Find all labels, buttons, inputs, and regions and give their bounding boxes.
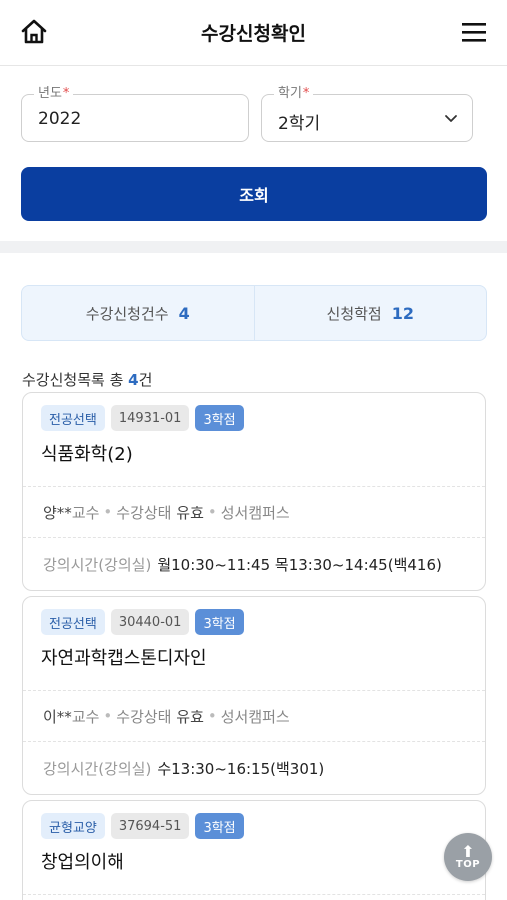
course-name: 자연과학캡스톤디자인 xyxy=(41,648,207,669)
course-code-tag: 14931-01 xyxy=(110,405,190,431)
hamburger-menu-icon[interactable] xyxy=(461,20,487,44)
course-card[interactable]: 균형교양 37694-51 3학점 창업의이해 xyxy=(22,800,486,900)
course-type-tag: 균형교양 xyxy=(41,813,105,839)
filter-section: 년도* 2022 학기* 2학기 조회 xyxy=(0,66,507,221)
chevron-down-icon xyxy=(445,115,457,122)
count-value: 4 xyxy=(178,303,190,323)
course-credit-tag: 3학점 xyxy=(195,405,244,431)
year-value: 2022 xyxy=(38,109,82,129)
course-time: 강의시간(강의실) 월10:30~11:45 목13:30~14:45(백416… xyxy=(43,555,442,574)
course-time: 강의시간(강의실) 수13:30~16:15(백301) xyxy=(43,759,325,778)
course-meta: 양** 교수 • 수강상태 유효 • 성서캠퍼스 xyxy=(43,503,290,522)
app-header: 수강신청확인 xyxy=(0,0,507,66)
course-type-tag: 전공선택 xyxy=(41,405,105,431)
course-name: 창업의이해 xyxy=(41,852,124,873)
section-divider xyxy=(0,241,507,253)
search-button[interactable]: 조회 xyxy=(21,167,487,221)
count-summary: 수강신청건수 4 xyxy=(22,286,254,340)
list-count: 4 xyxy=(128,371,139,389)
scroll-top-label: TOP xyxy=(455,858,481,870)
home-icon[interactable] xyxy=(20,18,48,46)
list-title: 수강신청목록 총 4건 xyxy=(22,371,153,389)
course-type-tag: 전공선택 xyxy=(41,609,105,635)
credit-summary: 신청학점 12 xyxy=(253,286,487,340)
year-field[interactable]: 년도* 2022 xyxy=(21,85,249,142)
course-meta: 이** 교수 • 수강상태 유효 • 성서캠퍼스 xyxy=(43,707,290,726)
summary-box: 수강신청건수 4 신청학점 12 xyxy=(21,285,487,341)
course-credit-tag: 3학점 xyxy=(195,813,244,839)
course-code-tag: 37694-51 xyxy=(110,813,190,839)
count-label: 수강신청건수 xyxy=(85,304,169,323)
term-value: 2학기 xyxy=(278,114,321,134)
credit-label: 신청학점 xyxy=(326,304,382,323)
course-credit-tag: 3학점 xyxy=(195,609,244,635)
term-select[interactable]: 학기* 2학기 xyxy=(261,85,473,142)
credit-value: 12 xyxy=(391,303,414,323)
course-card[interactable]: 전공선택 14931-01 3학점 식품화학(2) 양** 교수 • 수강상태 유… xyxy=(22,392,486,591)
course-card[interactable]: 전공선택 30440-01 3학점 자연과학캡스톤디자인 이** 교수 • 수강상… xyxy=(22,596,486,795)
year-label: 년도* xyxy=(34,85,74,103)
scroll-top-button[interactable]: ⬆ TOP xyxy=(444,833,492,881)
course-name: 식품화학(2) xyxy=(41,444,133,465)
arrow-up-icon: ⬆ xyxy=(461,841,475,861)
page-title: 수강신청확인 xyxy=(201,23,306,45)
course-code-tag: 30440-01 xyxy=(110,609,190,635)
term-label: 학기* xyxy=(274,85,314,103)
